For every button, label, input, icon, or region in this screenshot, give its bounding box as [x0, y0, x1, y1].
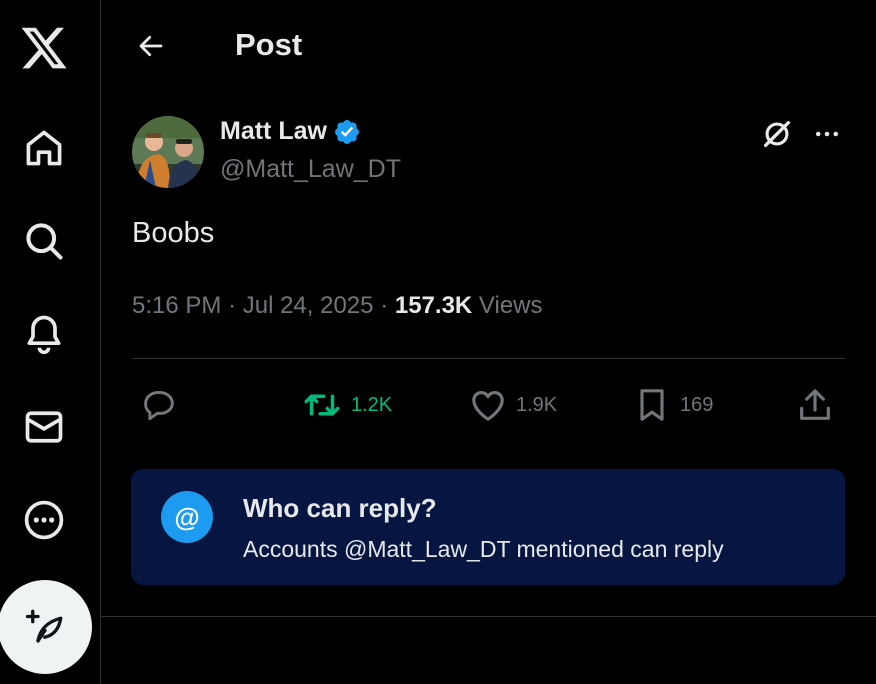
like-count: 1.9K [516, 393, 558, 416]
mail-icon [25, 411, 63, 443]
display-name[interactable]: Matt Law [220, 117, 327, 146]
bell-icon [27, 315, 61, 355]
heart-icon [472, 391, 504, 421]
author-handle[interactable]: @Matt_Law_DT [220, 155, 401, 184]
back-button[interactable] [131, 26, 171, 66]
x-logo-icon [21, 27, 67, 69]
share-button[interactable] [795, 383, 835, 427]
post-detail: Post Matt Law @Matt_Law_DT Boobs 5:16 PM… [101, 0, 876, 684]
avatar[interactable] [132, 116, 204, 188]
page-title: Post [235, 27, 303, 62]
like-button[interactable]: 1.9K [468, 383, 557, 427]
nav-notifications[interactable] [14, 304, 74, 364]
bookmark-button[interactable]: 169 [632, 383, 713, 427]
retweet-count: 1.2K [351, 393, 393, 416]
retweet-button[interactable]: 1.2K [301, 383, 392, 427]
divider [132, 358, 845, 359]
arrow-left-icon [139, 35, 163, 57]
compose-post-button[interactable] [0, 580, 92, 674]
nav-messages[interactable] [14, 397, 74, 457]
who-can-reply-banner: @ Who can reply? Accounts @Matt_Law_DT m… [131, 469, 845, 585]
bookmark-icon [640, 389, 664, 421]
nav-home[interactable] [14, 118, 74, 178]
grok-button[interactable] [757, 114, 797, 154]
more-circle-icon [24, 500, 64, 540]
nav-more[interactable] [14, 490, 74, 550]
app: Post Matt Law @Matt_Law_DT Boobs 5:16 PM… [0, 0, 876, 684]
page-header: Post [101, 0, 876, 92]
verified-badge-icon[interactable] [333, 118, 361, 146]
share-icon [800, 389, 830, 420]
bookmark-count: 169 [680, 393, 714, 416]
who-can-reply-title: Who can reply? [243, 493, 437, 523]
post-date[interactable]: Jul 24, 2025 [243, 292, 374, 319]
who-can-reply-subtitle: Accounts @Matt_Law_DT mentioned can repl… [243, 536, 724, 562]
author-name-row: Matt Law [220, 117, 361, 146]
meta-separator: · [380, 292, 389, 319]
post-more-button[interactable] [807, 114, 847, 154]
left-nav [0, 0, 101, 684]
reply-button[interactable] [139, 383, 187, 427]
post-time[interactable]: 5:16 PM [132, 292, 221, 319]
home-icon [26, 130, 62, 166]
more-horizontal-icon [816, 131, 838, 137]
grok-icon [763, 120, 791, 148]
meta-separator: · [228, 292, 237, 319]
views-count: 157.3K [394, 292, 473, 319]
x-logo-link[interactable] [14, 18, 74, 78]
mention-glyph: @ [174, 501, 200, 532]
avatar-photo [132, 116, 204, 188]
post-text: Boobs [132, 217, 215, 249]
search-icon [26, 223, 63, 260]
nav-explore[interactable] [14, 211, 74, 271]
views-label: Views [478, 292, 543, 319]
divider [101, 616, 876, 617]
retweet-icon [304, 394, 340, 416]
post-meta: 5:16 PM · Jul 24, 2025 · 157.3K Views [132, 292, 543, 320]
compose-feather-icon [25, 609, 63, 643]
mention-icon: @ [161, 491, 213, 543]
reply-icon [144, 391, 174, 421]
